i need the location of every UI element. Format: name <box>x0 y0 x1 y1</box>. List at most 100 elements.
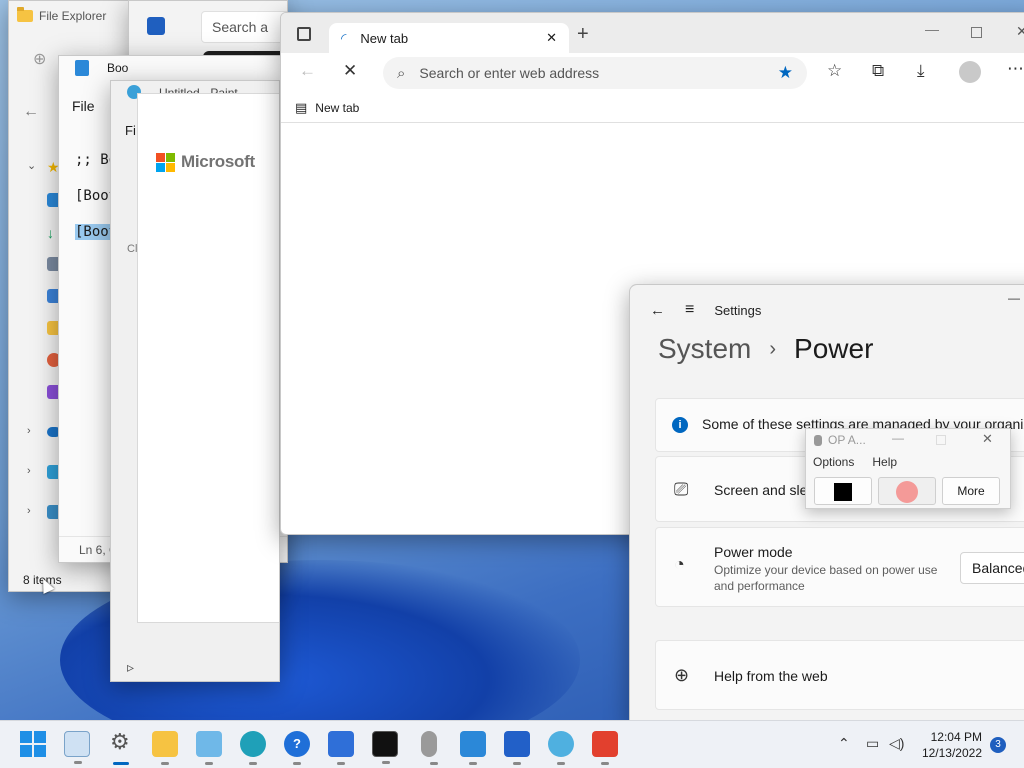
new-tab-plus-icon[interactable]: + <box>577 23 589 46</box>
screen-sleep-icon: ⎚ <box>674 479 689 499</box>
logo-square <box>156 162 165 172</box>
edge-taskbar-icon[interactable] <box>240 731 266 765</box>
cursor-icon: ▹ <box>127 659 135 675</box>
logo-square <box>156 152 165 162</box>
menu-help[interactable]: Help <box>872 455 897 469</box>
menu-file[interactable]: Fi <box>125 123 136 138</box>
folder-icon <box>17 7 33 22</box>
stop-loading-icon[interactable]: ✕ <box>343 61 357 81</box>
more-button[interactable]: More <box>942 477 1000 505</box>
help-web-card[interactable]: ⊕ Help from the web <box>655 640 1024 710</box>
office-taskbar-icon[interactable] <box>592 731 618 765</box>
favorites-icon[interactable]: ☆ <box>827 61 842 81</box>
task-manager-taskbar-icon[interactable] <box>196 731 222 765</box>
favorite-item-new-tab[interactable]: New tab <box>315 101 359 115</box>
chevron-up-icon[interactable]: ⌃ <box>838 735 850 752</box>
breadcrumb-system[interactable]: System <box>658 333 751 365</box>
new-icon[interactable]: ⊕ <box>33 49 46 69</box>
tab-actions-icon[interactable] <box>297 27 311 41</box>
menu-file[interactable]: File <box>72 98 95 114</box>
menu-options[interactable]: Options <box>813 455 854 469</box>
power-mode-icon: ◔ <box>674 554 685 574</box>
page-title: Power <box>794 333 874 364</box>
popup-titlebar[interactable]: OP A... <box>814 433 866 447</box>
tab-label: New tab <box>360 30 409 46</box>
paint-3d-taskbar-icon[interactable] <box>548 731 574 765</box>
close-icon[interactable]: ✕ <box>982 431 993 447</box>
minimize-icon[interactable]: — <box>892 431 904 445</box>
address-bar[interactable]: ⌕ Search or enter web address ★ <box>383 57 807 89</box>
quick-assist-taskbar-icon[interactable] <box>328 731 354 765</box>
minimize-icon[interactable]: — <box>1008 291 1020 305</box>
search-icon: ⌕ <box>397 64 406 82</box>
search-input[interactable]: Search a <box>201 11 287 43</box>
notepad-icon <box>75 60 89 76</box>
popup-title: OP A... <box>828 433 866 447</box>
clock[interactable]: 12:04 PM 12/13/2022 <box>922 729 982 761</box>
network-icon[interactable]: ▭ <box>866 735 879 752</box>
info-icon: i <box>672 417 688 433</box>
record-button[interactable] <box>878 477 936 505</box>
downloads-icon[interactable]: ⤓ <box>917 61 925 81</box>
get-help-taskbar-icon[interactable]: ? <box>284 731 310 765</box>
back-arrow-icon[interactable]: ← <box>650 302 665 319</box>
tab-strip: ◜ New tab ✕ + — ✕ <box>281 13 1024 53</box>
chevron-right-icon[interactable]: › <box>27 505 31 517</box>
chevron-down-icon[interactable]: ⌄ <box>27 159 36 172</box>
chevron-right-icon[interactable]: › <box>27 425 31 437</box>
popup-menu: Options Help <box>813 455 897 469</box>
command-prompt-taskbar-icon[interactable] <box>372 731 398 764</box>
favorite-star-icon[interactable]: ★ <box>778 63 793 83</box>
hamburger-menu-icon[interactable]: ≡ <box>685 301 694 319</box>
start-button[interactable] <box>20 731 46 757</box>
microsoft-logo-icon <box>156 152 175 172</box>
back-arrow-icon[interactable]: ← <box>23 103 39 121</box>
store-taskbar-icon[interactable] <box>504 731 530 765</box>
chevron-right-icon: › <box>769 337 777 360</box>
power-mode-description: Optimize your device based on power use … <box>714 563 938 593</box>
microsoft-logo: Microsoft <box>156 152 255 172</box>
settings-taskbar-icon[interactable]: ⚙ <box>108 729 134 765</box>
op-auto-clicker-taskbar-icon[interactable] <box>421 731 438 765</box>
canvas[interactable]: Microsoft <box>137 93 279 623</box>
logo-square <box>166 162 175 172</box>
record-circle-icon <box>896 480 918 503</box>
stop-square-icon <box>834 482 852 501</box>
screen-sleep-label: Screen and slee <box>714 482 816 498</box>
collections-icon[interactable]: ⧉ <box>872 61 884 81</box>
file-explorer-titlebar[interactable]: File Explorer <box>17 7 107 23</box>
close-window-icon[interactable]: ✕ <box>1016 23 1024 40</box>
microsoft-logo-text: Microsoft <box>181 152 255 171</box>
profile-avatar[interactable] <box>959 61 981 83</box>
notification-badge[interactable]: 3 <box>990 737 1006 753</box>
back-arrow-icon[interactable]: ← <box>299 61 316 81</box>
store-icon <box>147 17 165 35</box>
help-web-label: Help from the web <box>714 668 828 684</box>
maximize-icon[interactable] <box>971 27 982 38</box>
notepad-taskbar-icon[interactable] <box>460 731 486 765</box>
file-explorer-title: File Explorer <box>39 9 107 23</box>
stop-button[interactable] <box>814 477 872 505</box>
tab-new-tab[interactable]: ◜ New tab ✕ <box>329 23 569 53</box>
breadcrumb: System › Power <box>658 333 873 365</box>
more-menu-icon[interactable]: ⋯ <box>1007 59 1024 79</box>
mouse-icon <box>814 434 822 446</box>
taskbar: ⚙ ? ⌃ ▭ ◁) 12:04 PM 12/13/2022 3 <box>0 720 1024 768</box>
settings-header: ← ≡ Settings <box>650 301 761 319</box>
address-placeholder: Search or enter web address <box>419 65 600 81</box>
volume-icon[interactable]: ◁) <box>889 735 904 752</box>
clock-time: 12:04 PM <box>930 730 982 744</box>
notepad-title: Boo <box>107 61 129 75</box>
file-explorer-taskbar-icon[interactable] <box>152 731 178 765</box>
paint-taskbar-icon[interactable] <box>64 731 90 764</box>
logo-square <box>166 152 175 162</box>
globe-help-icon: ⊕ <box>674 665 690 685</box>
power-mode-card: ◔ Power mode Optimize your device based … <box>655 527 1024 607</box>
power-mode-dropdown[interactable]: Balanced <box>960 552 1024 584</box>
favorites-bar: ▤ New tab <box>281 93 1024 123</box>
browser-toolbar: ← ✕ ⌕ Search or enter web address ★ ☆ ⧉ … <box>281 53 1024 93</box>
minimize-icon[interactable]: — <box>925 21 939 37</box>
close-tab-icon[interactable]: ✕ <box>546 30 557 46</box>
power-mode-label: Power mode <box>714 544 793 560</box>
chevron-right-icon[interactable]: › <box>27 465 31 477</box>
